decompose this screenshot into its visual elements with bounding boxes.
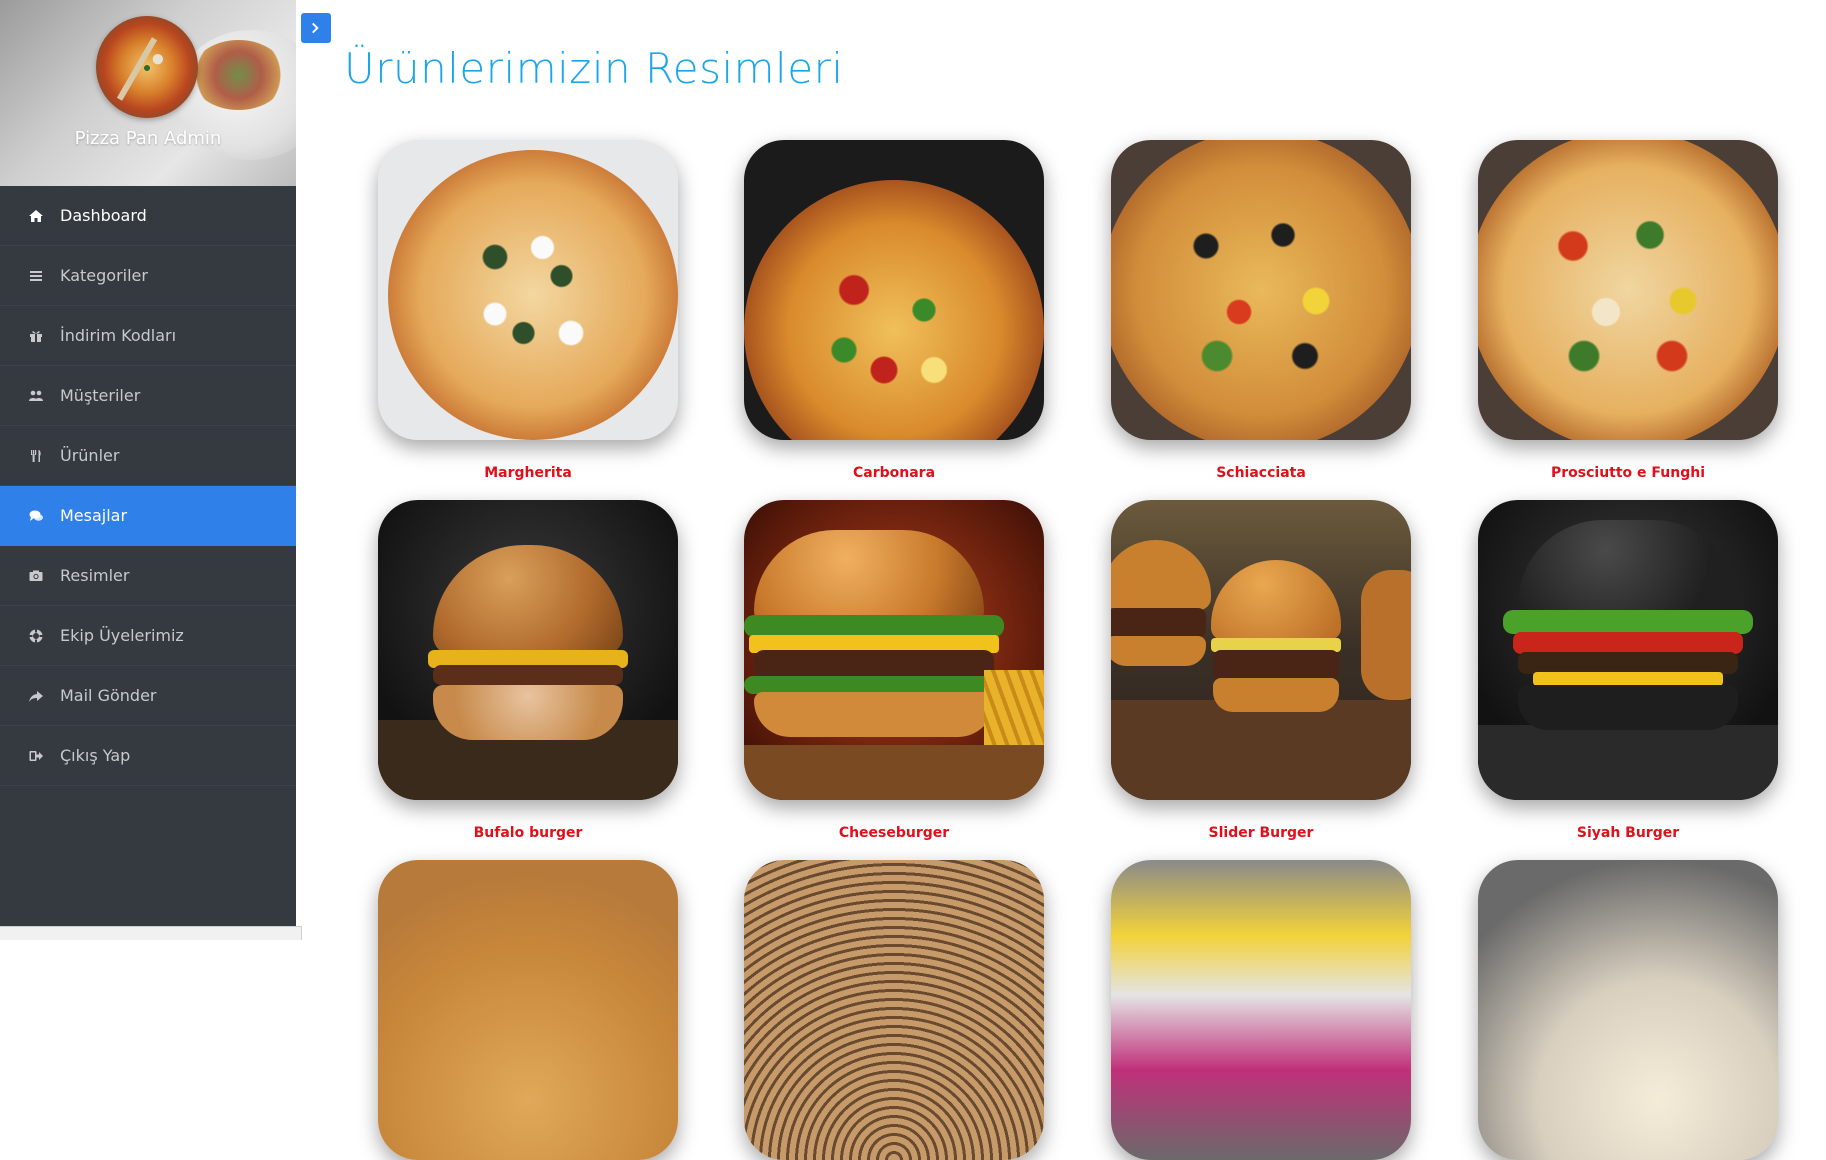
users-icon — [26, 386, 46, 406]
product-image — [1111, 860, 1411, 1160]
sidebar-menu: Dashboard Kategoriler İndirim Kodları Mü… — [0, 186, 296, 786]
browser-status-bar — [0, 926, 302, 940]
sidebar-item-kategoriler[interactable]: Kategoriler — [0, 246, 296, 306]
product-image — [378, 860, 678, 1160]
product-name: Bufalo burger — [473, 825, 583, 841]
product-card[interactable]: Slider Burger — [1111, 500, 1411, 841]
product-image — [378, 140, 678, 440]
product-card[interactable]: Cheeseburger — [744, 500, 1044, 841]
sign-out-icon — [26, 746, 46, 766]
sidebar-item-label: Resimler — [60, 566, 130, 585]
product-image — [1478, 500, 1778, 800]
product-image — [1111, 500, 1411, 800]
sidebar-item-label: Kategoriler — [60, 266, 148, 285]
product-name: Slider Burger — [1208, 825, 1314, 841]
sidebar-item-label: Mesajlar — [60, 506, 128, 525]
product-image — [744, 860, 1044, 1160]
sidebar-item-resimler[interactable]: Resimler — [0, 546, 296, 606]
sidebar-item-label: Çıkış Yap — [60, 746, 131, 765]
product-card[interactable]: Prosciutto e Funghi — [1478, 140, 1778, 481]
main-content: Ürünlerimizin Resimleri Margherita Carbo… — [296, 0, 1826, 1160]
cutlery-icon — [26, 446, 46, 466]
sidebar-item-label: İndirim Kodları — [60, 326, 177, 345]
sidebar-item-dashboard[interactable]: Dashboard — [0, 186, 296, 246]
sidebar-item-label: Mail Gönder — [60, 686, 157, 705]
product-card[interactable]: Siyah Burger — [1478, 500, 1778, 841]
product-card[interactable]: Schiacciata — [1111, 140, 1411, 481]
gift-icon — [26, 326, 46, 346]
sidebar-item-label: Dashboard — [60, 206, 147, 225]
product-card[interactable] — [744, 860, 1044, 1160]
brand-name: Pizza Pan Admin — [74, 128, 222, 149]
product-card[interactable] — [1478, 860, 1778, 1160]
product-name: Cheeseburger — [838, 825, 950, 841]
product-image — [1478, 860, 1778, 1160]
sidebar-item-indirim-kodlari[interactable]: İndirim Kodları — [0, 306, 296, 366]
product-image — [744, 140, 1044, 440]
sidebar-header: Pizza Pan Admin — [0, 0, 296, 186]
sidebar-item-mail-gonder[interactable]: Mail Gönder — [0, 666, 296, 726]
product-card[interactable]: Margherita — [378, 140, 678, 481]
list-icon — [26, 266, 46, 286]
sidebar: Pizza Pan Admin Dashboard Kategoriler İn… — [0, 0, 302, 940]
product-card[interactable] — [1111, 860, 1411, 1160]
product-name: Siyah Burger — [1576, 825, 1680, 841]
product-name: Schiacciata — [1216, 465, 1306, 481]
page-title: Ürünlerimizin Resimleri — [344, 44, 844, 93]
comments-icon — [26, 506, 46, 526]
sidebar-item-cikis-yap[interactable]: Çıkış Yap — [0, 726, 296, 786]
sidebar-item-musteriler[interactable]: Müşteriler — [0, 366, 296, 426]
sidebar-item-label: Ekip Üyelerimiz — [60, 626, 184, 645]
product-card[interactable]: Carbonara — [744, 140, 1044, 481]
product-card[interactable]: Bufalo burger — [378, 500, 678, 841]
product-image — [1111, 140, 1411, 440]
sidebar-item-label: Müşteriler — [60, 386, 141, 405]
camera-icon — [26, 566, 46, 586]
sidebar-item-label: Ürünler — [60, 446, 120, 465]
product-image — [1478, 140, 1778, 440]
home-icon — [26, 206, 46, 226]
product-name: Prosciutto e Funghi — [1550, 465, 1705, 481]
product-name: Carbonara — [852, 465, 936, 481]
product-name: Margherita — [484, 465, 572, 481]
share-icon — [26, 686, 46, 706]
life-ring-icon — [26, 626, 46, 646]
product-image — [744, 500, 1044, 800]
product-image — [378, 500, 678, 800]
avatar — [96, 16, 198, 118]
sidebar-item-urunler[interactable]: Ürünler — [0, 426, 296, 486]
sidebar-item-ekip-uyelerimiz[interactable]: Ekip Üyelerimiz — [0, 606, 296, 666]
header-food-decoration — [191, 40, 286, 110]
sidebar-item-mesajlar[interactable]: Mesajlar — [0, 486, 296, 546]
product-card[interactable] — [378, 860, 678, 1160]
